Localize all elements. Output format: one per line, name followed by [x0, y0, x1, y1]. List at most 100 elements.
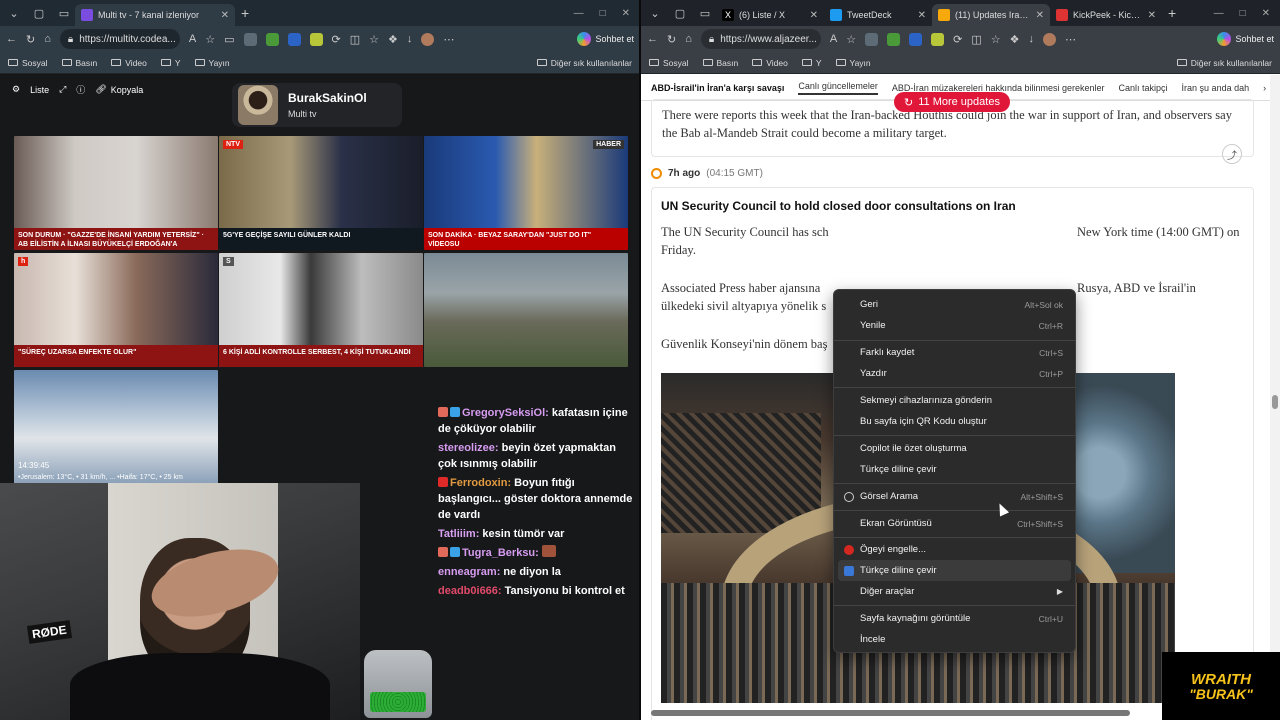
channel-tile[interactable]	[424, 253, 628, 367]
tab-overview-icon[interactable]: ▭	[694, 3, 716, 23]
bookmark-folder[interactable]: Video	[752, 58, 788, 68]
tab-kickpeek[interactable]: KickPeek - Kick.com ✕	[1050, 4, 1162, 26]
extension-icon[interactable]	[909, 32, 923, 46]
bookmark-folder[interactable]: Yayın	[194, 58, 230, 68]
channel-tile[interactable]: HABER SON DAKİKA · BEYAZ SARAY'DAN "JUST…	[424, 136, 628, 250]
nav-item[interactable]: ABD-İran müzakereleri hakkında bilinmesi…	[892, 83, 1105, 93]
bookmark-folder[interactable]: Basın	[702, 58, 738, 68]
horizontal-scrollbar[interactable]	[651, 710, 1130, 716]
back-icon[interactable]: ←	[647, 33, 658, 45]
menu-item-reload[interactable]: Yenile Ctrl+R	[838, 315, 1071, 336]
downloads-icon[interactable]: ↓	[407, 33, 413, 45]
extension-icon[interactable]	[865, 32, 879, 46]
bookmark-folder[interactable]: Sosyal	[8, 58, 48, 68]
sync-icon[interactable]: ⟳	[953, 33, 962, 46]
bookmark-folder[interactable]: Video	[111, 58, 147, 68]
copilot-button[interactable]: Sohbet et	[577, 32, 634, 46]
fullscreen-icon[interactable]: ⤢	[59, 84, 66, 95]
new-tab-button[interactable]: +	[241, 5, 249, 21]
extension-icon[interactable]	[287, 32, 301, 46]
tab-x-liste[interactable]: X (6) Liste / X ✕	[716, 4, 824, 26]
channel-tile[interactable]: SON DURUM · "GAZZE'DE İNSANİ YARDIM YETE…	[14, 136, 218, 250]
collections-icon[interactable]: ❖	[1010, 33, 1020, 46]
chevron-right-icon[interactable]: ›	[1263, 83, 1266, 93]
bookmark-folder[interactable]: Y	[801, 58, 822, 68]
more-updates-button[interactable]: ↻ 11 More updates	[894, 92, 1010, 112]
menu-item-print[interactable]: Yazdır Ctrl+P	[838, 363, 1071, 384]
menu-item-translate[interactable]: Türkçe diline çevir	[838, 459, 1071, 480]
menu-item-copilot-summary[interactable]: Copilot ile özet oluşturma	[838, 438, 1071, 459]
maximize-icon[interactable]: □	[600, 8, 606, 19]
extension-icon[interactable]	[243, 32, 257, 46]
minimize-icon[interactable]: —	[574, 8, 584, 19]
read-aloud-icon[interactable]: A	[830, 33, 837, 45]
menu-item-block-element[interactable]: Ögeyi engelle...	[838, 539, 1071, 560]
tab-actions-icon[interactable]: ⌄	[644, 3, 666, 23]
profile-avatar[interactable]	[421, 32, 435, 46]
menu-item-send-to-devices[interactable]: Sekmeyi cihazlarınıza gönderin	[838, 390, 1071, 411]
vertical-scrollbar[interactable]	[1270, 75, 1280, 720]
home-icon[interactable]: ⌂	[44, 33, 51, 45]
close-tab-icon[interactable]: ✕	[221, 10, 229, 21]
bookmark-folder[interactable]: Basın	[61, 58, 97, 68]
menu-item-screenshot[interactable]: Ekran Görüntüsü Ctrl+Shift+S	[838, 513, 1071, 534]
menu-item-visual-search[interactable]: Görsel Arama Alt+Shift+S	[838, 486, 1071, 507]
downloads-icon[interactable]: ↓	[1028, 33, 1034, 45]
menu-item-translate-ext[interactable]: Türkçe diline çevir	[838, 560, 1071, 581]
split-screen-icon[interactable]: ◫	[971, 33, 981, 46]
nav-item[interactable]: Canlı güncellemeler	[798, 81, 878, 95]
nav-item[interactable]: ABD-İsrail'in İran'a karşı savaşı	[651, 83, 784, 93]
bookmark-folder[interactable]: Yayın	[835, 58, 871, 68]
extension-icon[interactable]	[309, 32, 323, 46]
extension-icon[interactable]	[887, 32, 901, 46]
tab-overview-icon[interactable]: ▭	[53, 3, 75, 23]
info-icon[interactable]: ⓘ	[76, 83, 85, 96]
channel-tile[interactable]: h "SÜREÇ UZARSA ENFEKTE OLUR"	[14, 253, 218, 367]
close-tab-icon[interactable]: ✕	[810, 10, 818, 21]
channel-tile[interactable]: NTV 5G'YE GEÇİŞE SAYILI GÜNLER KALDI	[219, 136, 423, 250]
channel-tile[interactable]: S 6 KİŞİ ADLİ KONTROLLE SERBEST, 4 KİŞİ …	[219, 253, 423, 367]
refresh-icon[interactable]: ↻	[26, 33, 35, 46]
close-tab-icon[interactable]: ✕	[1148, 10, 1156, 21]
more-icon[interactable]: ⋯	[443, 33, 454, 46]
back-icon[interactable]: ←	[6, 33, 17, 45]
menu-item-qr-code[interactable]: Bu sayfa için QR Kodu oluştur	[838, 411, 1071, 432]
minimize-icon[interactable]: —	[1214, 8, 1224, 19]
tab-tweetdeck[interactable]: TweetDeck ✕	[824, 4, 932, 26]
favorite-icon[interactable]: ☆	[205, 33, 215, 46]
channel-profile-card[interactable]: BurakSakinOl Multi tv	[232, 83, 402, 127]
nav-item[interactable]: Canlı takipçi	[1119, 83, 1168, 93]
channel-tile[interactable]: 14:39:45 •Jerusalem: 13°C, • 31 km/h, ..…	[14, 370, 218, 484]
sync-icon[interactable]: ⟳	[332, 33, 341, 46]
address-bar[interactable]: 🔒︎ https://www.aljazeer...	[700, 29, 821, 49]
bookmark-folder[interactable]: Y	[160, 58, 181, 68]
profile-avatar[interactable]	[1042, 32, 1056, 46]
close-tab-icon[interactable]: ✕	[1036, 10, 1044, 21]
tab-aljazeera[interactable]: (11) Updates Iran wa... ✕	[932, 4, 1050, 26]
address-bar[interactable]: 🔒︎ https://multitv.codea...	[59, 29, 180, 49]
other-favorites[interactable]: Diğer sık kullanılanlar	[536, 58, 632, 68]
menu-item-inspect[interactable]: İncele	[838, 629, 1071, 650]
maximize-icon[interactable]: □	[1240, 8, 1246, 19]
tab-multitv[interactable]: Multi tv - 7 kanal izleniyor ✕	[75, 4, 235, 26]
scrollbar-thumb[interactable]	[1272, 395, 1278, 409]
nav-item[interactable]: İran şu anda dah	[1182, 83, 1250, 93]
copy-button[interactable]: 🔗︎ Kopyala	[95, 84, 143, 95]
close-window-icon[interactable]: ✕	[622, 8, 630, 19]
tab-actions-icon[interactable]: ⌄	[3, 3, 25, 23]
bookmark-folder[interactable]: Sosyal	[649, 58, 689, 68]
new-tab-button[interactable]: +	[1168, 5, 1176, 21]
close-tab-icon[interactable]: ✕	[918, 10, 926, 21]
extension-icon[interactable]	[265, 32, 279, 46]
split-screen-icon[interactable]: ◫	[350, 33, 360, 46]
favorites-icon[interactable]: ☆	[369, 33, 379, 46]
share-icon[interactable]: ⤴	[1222, 144, 1242, 164]
favorite-icon[interactable]: ☆	[846, 33, 856, 46]
tab-icon[interactable]: ▭	[224, 33, 234, 46]
menu-item-view-source[interactable]: Sayfa kaynağını görüntüle Ctrl+U	[838, 608, 1071, 629]
close-window-icon[interactable]: ✕	[1262, 8, 1270, 19]
other-favorites[interactable]: Diğer sık kullanılanlar	[1176, 58, 1272, 68]
refresh-icon[interactable]: ↻	[667, 33, 676, 46]
menu-item-back[interactable]: Geri Alt+Sol ok	[838, 294, 1071, 315]
menu-item-save-as[interactable]: Farklı kaydet Ctrl+S	[838, 342, 1071, 363]
